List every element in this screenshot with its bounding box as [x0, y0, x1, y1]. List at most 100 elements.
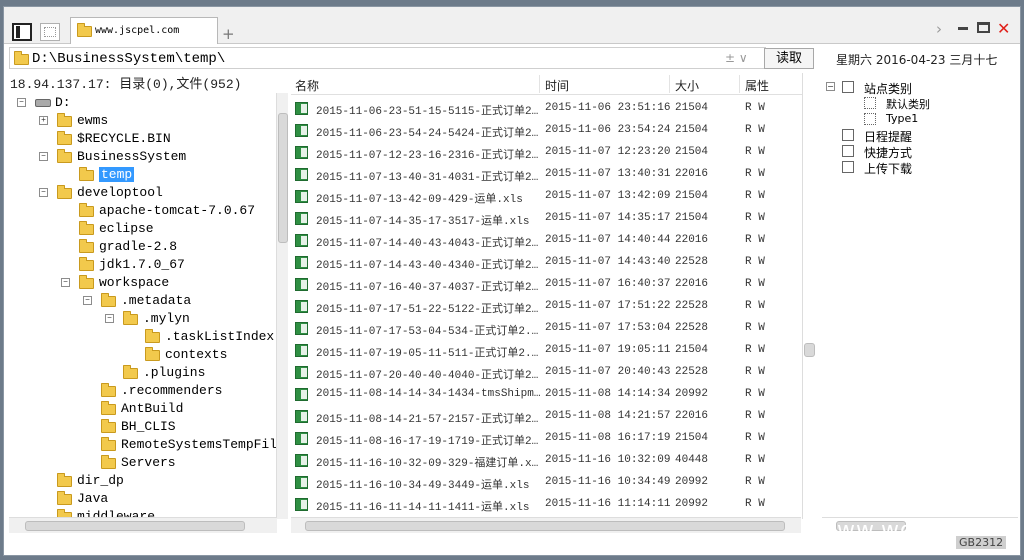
site-panel-item[interactable]: 上传下载	[822, 159, 1012, 176]
file-row[interactable]: 2015-11-07-16-40-37-4037-正式订单2.xls 2015-1…	[291, 273, 801, 295]
file-name: 2015-11-07-14-40-43-4043-正式订单2.xls	[316, 238, 541, 250]
title-bar: www.jscpel.com + › ✕	[4, 7, 1020, 44]
site-panel-item[interactable]: − 站点类别	[822, 79, 1012, 96]
window-icon[interactable]	[40, 23, 60, 41]
file-time: 2015-11-16 10:32:09	[545, 454, 671, 466]
file-row[interactable]: 2015-11-07-19-05-11-511-正式订单2.xls 2015-11…	[291, 339, 801, 361]
file-attr: R W	[745, 168, 765, 180]
site-panel: − 站点类别 默认类别 Type1 日程提醒 快捷方式 上传下载	[822, 73, 1018, 519]
tree-item-label: D:	[55, 95, 71, 110]
expander-icon[interactable]: −	[83, 296, 92, 305]
expander-icon[interactable]: −	[17, 98, 26, 107]
file-row[interactable]: 2015-11-06-23-54-24-5424-正式订单2.xls 2015-1…	[291, 119, 801, 141]
column-time[interactable]: 时间	[545, 77, 569, 94]
maximize-button[interactable]	[977, 22, 990, 33]
read-button[interactable]: 读取	[764, 48, 814, 69]
file-name: 2015-11-06-23-54-24-5424-正式订单2.xls	[316, 128, 541, 140]
file-size: 21504	[675, 212, 709, 224]
file-list-vertical-scrollbar[interactable]	[802, 73, 816, 519]
file-list-horizontal-scrollbar[interactable]	[291, 517, 801, 533]
file-size: 20992	[675, 498, 709, 510]
tab-site[interactable]: www.jscpel.com	[70, 17, 218, 44]
tree-vertical-scrollbar[interactable]	[276, 93, 288, 519]
expander-icon[interactable]: −	[39, 188, 48, 197]
file-attr: R W	[745, 300, 765, 312]
folder-icon	[79, 203, 94, 217]
folder-icon	[79, 239, 94, 253]
file-attr: R W	[745, 146, 765, 158]
expander-icon[interactable]: −	[39, 152, 48, 161]
file-row[interactable]: 2015-11-16-11-14-11-1411-运单.xls 2015-11-1…	[291, 493, 801, 515]
address-path: D:\BusinessSystem\temp\	[32, 51, 226, 67]
excel-file-icon	[295, 344, 308, 357]
new-tab-button[interactable]: +	[222, 25, 235, 43]
tree-item-label: .recommenders	[121, 383, 223, 398]
file-row[interactable]: 2015-11-07-14-35-17-3517-运单.xls 2015-11-0…	[291, 207, 801, 229]
minimize-button[interactable]	[958, 27, 968, 30]
file-attr: R W	[745, 102, 765, 114]
chevron-right-icon[interactable]: ›	[936, 20, 942, 38]
close-button[interactable]: ✕	[997, 19, 1010, 38]
tree-horizontal-scrollbar[interactable]	[9, 517, 277, 533]
file-time: 2015-11-07 17:53:04	[545, 322, 671, 334]
site-panel-item[interactable]: 日程提醒	[822, 127, 1012, 144]
file-name: 2015-11-07-17-53-04-534-正式订单2.xls	[316, 326, 541, 338]
file-name: 2015-11-06-23-51-15-5115-正式订单2.xls	[316, 106, 541, 118]
file-name: 2015-11-16-10-32-09-329-福建订单.xls	[316, 458, 541, 470]
file-row[interactable]: 2015-11-08-16-17-19-1719-正式订单2.xls 2015-1…	[291, 427, 801, 449]
file-row[interactable]: 2015-11-16-10-32-09-329-福建订单.xls 2015-11-…	[291, 449, 801, 471]
site-panel-item[interactable]: 默认类别	[822, 95, 1012, 111]
file-name: 2015-11-07-13-42-09-429-运单.xls	[316, 194, 523, 206]
file-row[interactable]: 2015-11-07-14-43-40-4340-正式订单2.xls 2015-1…	[291, 251, 801, 273]
excel-file-icon	[295, 168, 308, 181]
folder-icon	[77, 23, 92, 37]
file-row[interactable]: 2015-11-07-17-53-04-534-正式订单2.xls 2015-11…	[291, 317, 801, 339]
drive-icon	[35, 99, 51, 107]
file-name: 2015-11-07-17-51-22-5122-正式订单2.xls	[316, 304, 541, 316]
file-row[interactable]: 2015-11-07-12-23-16-2316-正式订单2.xls 2015-1…	[291, 141, 801, 163]
file-row[interactable]: 2015-11-16-10-34-49-3449-运单.xls 2015-11-1…	[291, 471, 801, 493]
site-panel-item[interactable]: Type1	[822, 111, 1012, 127]
file-row[interactable]: 2015-11-07-20-40-40-4040-正式订单2.xls 2015-1…	[291, 361, 801, 383]
file-row[interactable]: 2015-11-08-14-14-34-1434-tmsShipment.xls…	[291, 383, 801, 405]
tree-item-label: .taskListIndex	[165, 329, 275, 344]
expander-icon[interactable]: −	[826, 82, 835, 91]
file-row[interactable]: 2015-11-06-23-51-15-5115-正式订单2.xls 2015-1…	[291, 97, 801, 119]
file-attr: R W	[745, 212, 765, 224]
tree-item-label: developtool	[77, 185, 163, 200]
file-name: 2015-11-07-12-23-16-2316-正式订单2.xls	[316, 150, 541, 162]
file-attr: R W	[745, 476, 765, 488]
column-name[interactable]: 名称	[295, 77, 319, 94]
status-text: 18.94.137.17: 目录(0),文件(952)	[10, 77, 242, 92]
address-dropdown[interactable]: ± ∨	[725, 51, 748, 65]
file-name: 2015-11-16-10-34-49-3449-运单.xls	[316, 480, 530, 492]
file-row[interactable]: 2015-11-07-17-51-22-5122-正式订单2.xls 2015-1…	[291, 295, 801, 317]
file-size: 22528	[675, 256, 709, 268]
column-size[interactable]: 大小	[675, 77, 699, 94]
tree-item-label: eclipse	[99, 221, 154, 236]
excel-file-icon	[295, 102, 308, 115]
file-row[interactable]: 2015-11-07-13-40-31-4031-正式订单2.xls 2015-1…	[291, 163, 801, 185]
tree-item-label: .mylyn	[143, 311, 190, 326]
file-time: 2015-11-07 14:35:17	[545, 212, 671, 224]
column-attr[interactable]: 属性	[745, 77, 769, 94]
expander-icon[interactable]: +	[39, 116, 48, 125]
tree-item-label: $RECYCLE.BIN	[77, 131, 171, 146]
site-panel-item[interactable]: 快捷方式	[822, 143, 1012, 160]
file-row[interactable]: 2015-11-08-14-21-57-2157-正式订单2.xls 2015-1…	[291, 405, 801, 427]
address-bar[interactable]: D:\BusinessSystem\temp\ ± ∨	[9, 47, 766, 69]
file-name: 2015-11-07-16-40-37-4037-正式订单2.xls	[316, 282, 541, 294]
folder-icon	[79, 167, 94, 181]
item-icon	[842, 81, 854, 93]
file-row[interactable]: 2015-11-07-13-42-09-429-运单.xls 2015-11-07…	[291, 185, 801, 207]
tree-item-label: .plugins	[143, 365, 206, 380]
item-icon	[842, 129, 854, 141]
file-row[interactable]: 2015-11-07-14-40-43-4043-正式订单2.xls 2015-1…	[291, 229, 801, 251]
expander-icon[interactable]: −	[105, 314, 114, 323]
file-name: 2015-11-16-11-14-11-1411-运单.xls	[316, 502, 530, 514]
expander-icon[interactable]: −	[61, 278, 70, 287]
file-size: 21504	[675, 344, 709, 356]
panel-toggle-icon[interactable]	[12, 23, 32, 41]
file-size: 22528	[675, 322, 709, 334]
file-time: 2015-11-07 12:23:20	[545, 146, 671, 158]
